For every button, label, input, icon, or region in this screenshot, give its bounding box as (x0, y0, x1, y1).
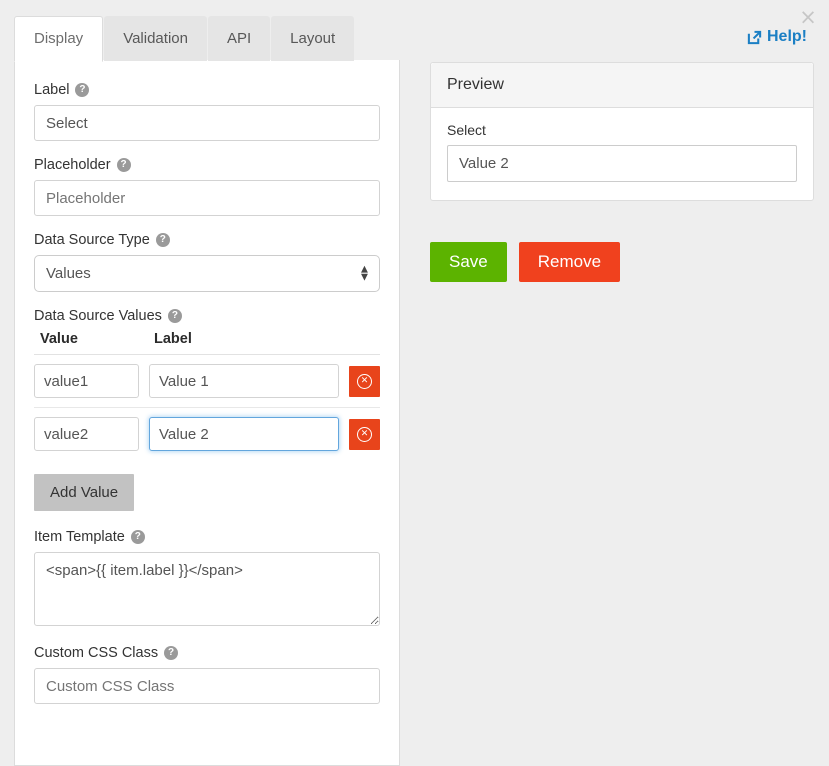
tab-bar: Display Validation API Layout (14, 15, 355, 62)
data-source-type-select[interactable]: Values (34, 255, 380, 292)
circle-x-icon: ✕ (357, 426, 372, 442)
circle-x-icon: ✕ (357, 373, 372, 389)
help-icon[interactable]: ? (167, 309, 182, 323)
external-link-icon (747, 30, 762, 45)
remove-row-button[interactable]: ✕ (349, 418, 380, 450)
help-link[interactable]: Help! (747, 28, 807, 46)
custom-css-class-caption: Custom CSS Class ? (34, 645, 380, 661)
table-header-row: Value Label (34, 331, 380, 355)
data-source-type-select-wrap: Values ▲ ▼ (34, 255, 380, 292)
field-data-source-values-group: Data Source Values ? Value Label ✕ (34, 308, 380, 511)
tab-layout[interactable]: Layout (271, 16, 355, 61)
data-source-type-caption: Data Source Type ? (34, 232, 380, 248)
item-template-caption-text: Item Template (34, 529, 125, 545)
save-button[interactable]: Save (430, 242, 507, 282)
row-label-input[interactable] (149, 364, 339, 398)
data-source-values-caption: Data Source Values ? (34, 308, 380, 324)
preview-field-label: Select (447, 122, 486, 138)
tab-validation[interactable]: Validation (104, 16, 207, 61)
column-header-value: Value (40, 331, 78, 347)
data-source-values-caption-text: Data Source Values (34, 308, 162, 324)
field-placeholder-group: Placeholder ? (34, 157, 380, 216)
table-row: ✕ (34, 355, 380, 408)
remove-row-button[interactable]: ✕ (349, 365, 380, 397)
custom-css-class-input[interactable] (34, 668, 380, 704)
data-source-values-table: Value Label ✕ (34, 331, 380, 460)
action-buttons: Save Remove (430, 242, 621, 282)
add-value-button[interactable]: Add Value (34, 474, 135, 511)
preview-select[interactable]: Value 2 (447, 145, 797, 182)
tab-api[interactable]: API (207, 16, 271, 61)
placeholder-field-caption: Placeholder ? (34, 157, 380, 173)
help-icon[interactable]: ? (116, 158, 131, 172)
field-item-template-group: Item Template ? (34, 529, 380, 629)
row-value-input[interactable] (34, 364, 139, 398)
help-icon[interactable]: ? (75, 83, 90, 97)
placeholder-input[interactable] (34, 180, 380, 216)
label-input[interactable] (34, 105, 380, 141)
row-value-input[interactable] (34, 417, 139, 451)
help-link-label: Help! (767, 28, 807, 45)
help-icon[interactable]: ? (130, 530, 145, 544)
table-row: ✕ (34, 408, 380, 460)
row-value-cell (34, 364, 139, 398)
row-label-input[interactable] (149, 417, 339, 451)
close-icon[interactable]: × (797, 6, 819, 28)
custom-css-class-caption-text: Custom CSS Class (34, 645, 159, 661)
preview-panel: Preview Select Value 2 (430, 62, 814, 201)
item-template-textarea[interactable] (34, 552, 380, 626)
label-field-caption: Label ? (34, 82, 380, 98)
data-source-type-caption-text: Data Source Type (34, 232, 150, 248)
label-field-caption-text: Label (34, 82, 70, 98)
display-settings-form: Label ? Placeholder ? Data Source Type ?… (14, 60, 400, 766)
row-label-cell (149, 364, 339, 398)
column-header-label: Label (154, 331, 192, 347)
row-value-cell (34, 417, 139, 451)
placeholder-field-caption-text: Placeholder (34, 157, 111, 173)
field-label-group: Label ? (34, 82, 380, 141)
tab-display[interactable]: Display (14, 16, 104, 62)
remove-button[interactable]: Remove (518, 242, 621, 282)
row-label-cell (149, 417, 339, 451)
preview-panel-body: Select Value 2 (431, 108, 813, 200)
field-data-source-type-group: Data Source Type ? Values ▲ ▼ (34, 232, 380, 292)
help-icon[interactable]: ? (155, 233, 170, 247)
preview-panel-title: Preview (431, 63, 813, 108)
item-template-caption: Item Template ? (34, 529, 380, 545)
help-icon[interactable]: ? (164, 646, 179, 660)
field-custom-css-class-group: Custom CSS Class ? (34, 645, 380, 704)
